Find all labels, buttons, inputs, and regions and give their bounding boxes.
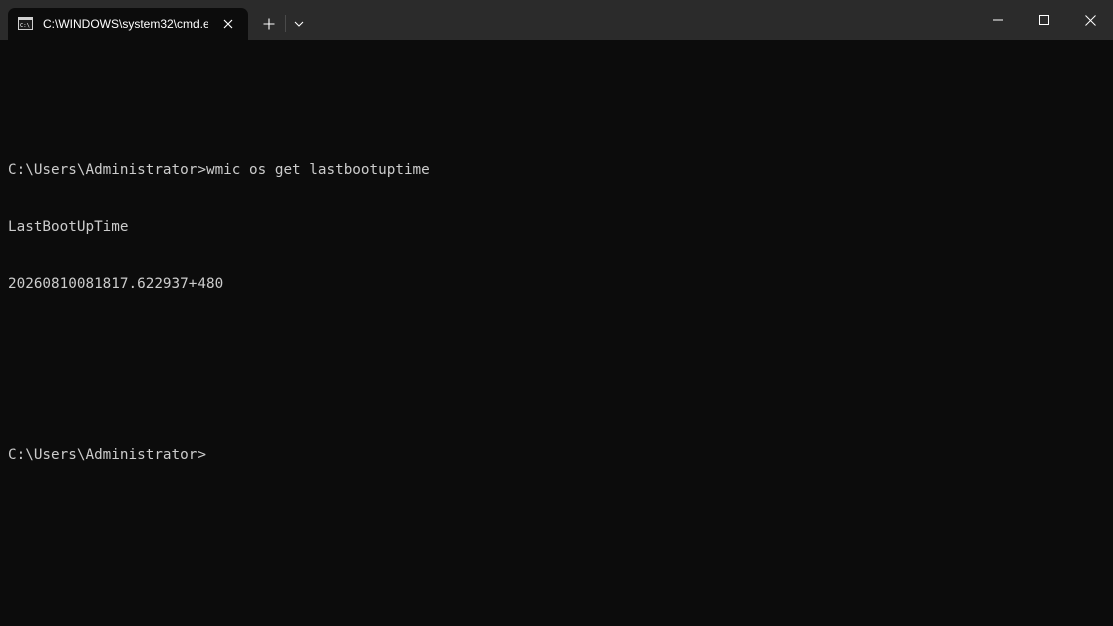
cmd-icon: C:\ bbox=[18, 17, 33, 30]
maximize-button[interactable] bbox=[1021, 0, 1067, 40]
tab-close-button[interactable] bbox=[218, 14, 238, 34]
tab-divider bbox=[285, 15, 286, 32]
chevron-down-icon bbox=[294, 21, 304, 27]
terminal-prompt: C:\Users\Administrator> bbox=[8, 447, 206, 463]
minimize-button[interactable] bbox=[975, 0, 1021, 40]
new-tab-button[interactable] bbox=[256, 12, 282, 36]
terminal-line: C:\Users\Administrator>wmic os get lastb… bbox=[8, 162, 430, 178]
maximize-icon bbox=[1039, 15, 1049, 25]
close-icon bbox=[223, 19, 233, 29]
plus-icon bbox=[263, 18, 275, 30]
terminal-line: 20260810081817.622937+480 bbox=[8, 276, 224, 292]
window-close-button[interactable] bbox=[1067, 0, 1113, 40]
terminal-window: C:\ C:\WINDOWS\system32\cmd.exe C:\Users… bbox=[0, 0, 1113, 626]
terminal-line: LastBootUpTime bbox=[8, 219, 129, 235]
tab-dropdown-button[interactable] bbox=[288, 12, 310, 36]
tab-cmd[interactable]: C:\ C:\WINDOWS\system32\cmd.exe bbox=[8, 8, 248, 40]
svg-text:C:\: C:\ bbox=[20, 23, 30, 29]
minimize-icon bbox=[993, 19, 1003, 21]
tab-title: C:\WINDOWS\system32\cmd.exe bbox=[43, 17, 208, 31]
close-icon bbox=[1084, 14, 1096, 26]
title-bar[interactable]: C:\ C:\WINDOWS\system32\cmd.exe bbox=[0, 0, 1113, 40]
terminal-output[interactable]: C:\Users\Administrator>wmic os get lastb… bbox=[8, 66, 1105, 618]
